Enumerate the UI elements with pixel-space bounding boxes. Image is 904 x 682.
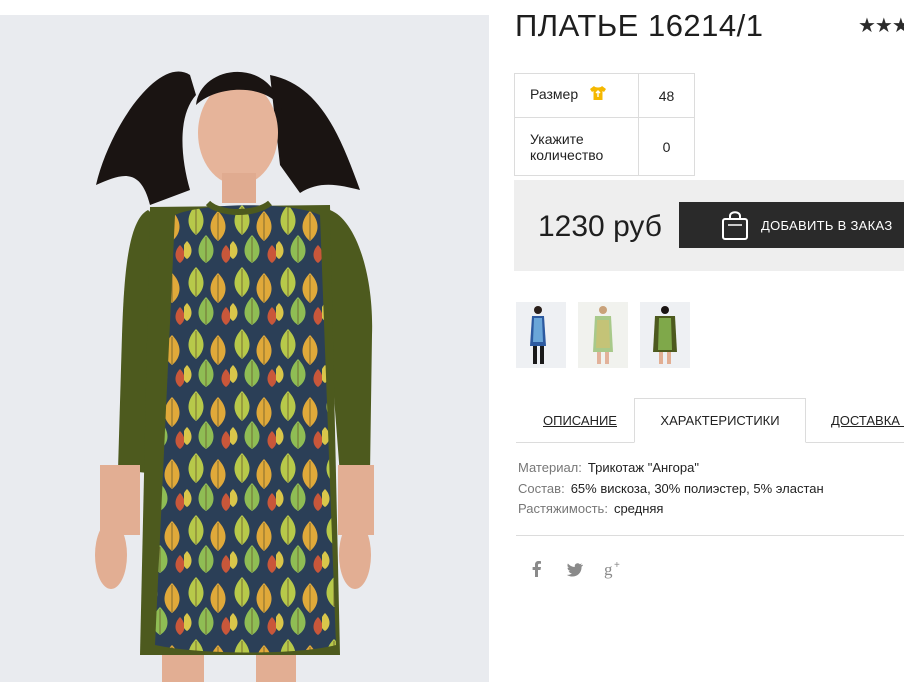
spec-row-stretch: Растяжимость: средняя bbox=[518, 501, 824, 522]
rating-stars[interactable]: ★★★ bbox=[858, 13, 904, 38]
spec-value: средняя bbox=[613, 501, 664, 516]
buy-box: 1230 руб ДОБАВИТЬ В ЗАКАЗ bbox=[514, 180, 904, 271]
quantity-row: Укажите количество 0 bbox=[514, 117, 695, 176]
quantity-label-line1: Укажите bbox=[530, 130, 584, 147]
twitter-icon[interactable] bbox=[566, 563, 584, 582]
size-chart-icon[interactable] bbox=[589, 85, 607, 104]
svg-text:g: g bbox=[604, 560, 613, 579]
add-to-order-label: ДОБАВИТЬ В ЗАКАЗ bbox=[761, 218, 893, 233]
characteristics-list: Материал: Трикотаж "Ангора" Состав: 65% ви… bbox=[518, 460, 824, 522]
size-label: Размер bbox=[530, 86, 579, 103]
quantity-label-line2: количество bbox=[530, 146, 604, 163]
size-value[interactable]: 48 bbox=[638, 73, 695, 118]
spec-row-composition: Состав: 65% вискоза, 30% полиэстер, 5% эл… bbox=[518, 481, 824, 502]
svg-text:+: + bbox=[614, 560, 620, 571]
google-plus-icon[interactable]: g + bbox=[604, 559, 624, 584]
shopping-bag-icon bbox=[721, 209, 749, 244]
spec-key: Состав: bbox=[518, 480, 565, 496]
spec-row-material: Материал: Трикотаж "Ангора" bbox=[518, 460, 824, 481]
product-options-table: Размер 48 Укажите количество 0 bbox=[514, 73, 695, 176]
quantity-label: Укажите количество bbox=[514, 117, 639, 176]
thumbnail-2[interactable] bbox=[578, 302, 628, 368]
product-price: 1230 руб bbox=[538, 210, 662, 243]
spec-key: Материал: bbox=[518, 460, 582, 475]
spec-value: Трикотаж "Ангора" bbox=[587, 460, 699, 475]
tab-description[interactable]: ОПИСАНИЕ bbox=[543, 413, 617, 428]
divider bbox=[516, 535, 904, 536]
product-main-image[interactable] bbox=[0, 15, 489, 682]
product-title: ПЛАТЬЕ 16214/1 bbox=[515, 8, 764, 43]
facebook-icon[interactable] bbox=[531, 560, 543, 583]
dress-photo bbox=[0, 15, 489, 682]
tab-characteristics[interactable]: ХАРАКТЕРИСТИКИ bbox=[634, 398, 806, 443]
spec-key: Растяжимость: bbox=[518, 501, 608, 516]
spec-value: 65% вискоза, 30% полиэстер, 5% эластан bbox=[570, 480, 824, 496]
add-to-order-button[interactable]: ДОБАВИТЬ В ЗАКАЗ bbox=[679, 202, 904, 248]
size-row: Размер 48 bbox=[514, 73, 695, 118]
size-label-cell: Размер bbox=[514, 73, 639, 118]
thumbnail-1[interactable] bbox=[516, 302, 566, 368]
quantity-input[interactable]: 0 bbox=[638, 117, 695, 176]
tab-delivery[interactable]: ДОСТАВКА И bbox=[831, 413, 904, 428]
thumbnail-3[interactable] bbox=[640, 302, 690, 368]
